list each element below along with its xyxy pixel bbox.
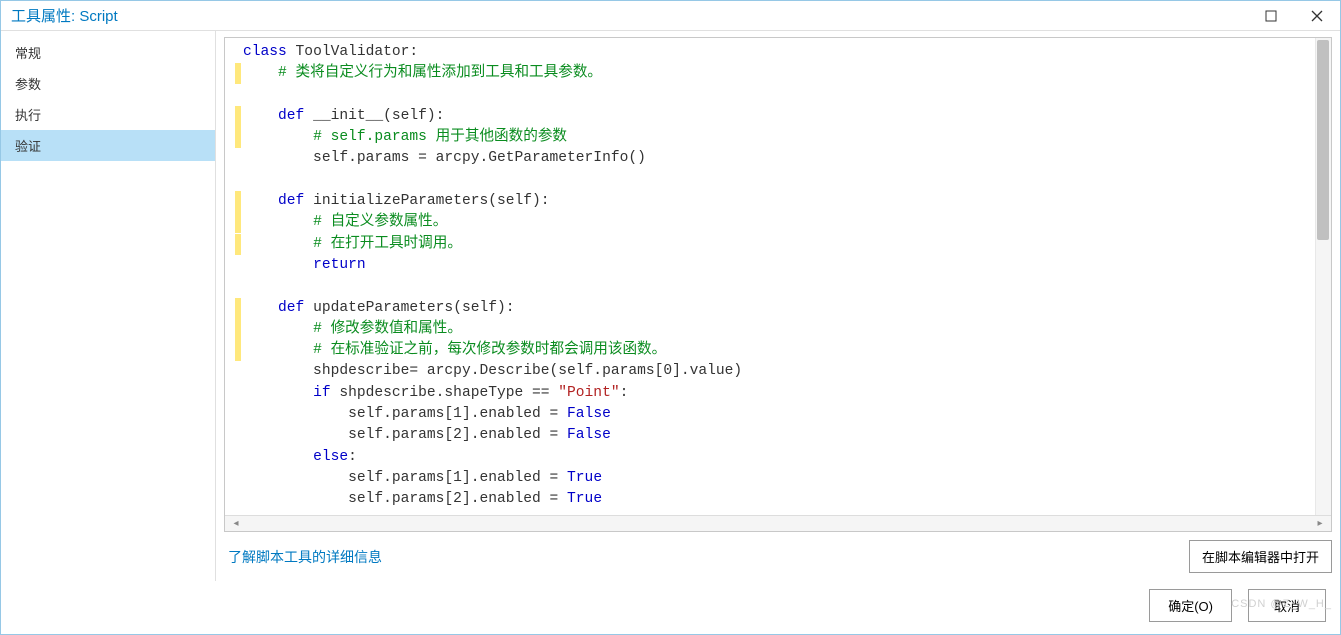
- vertical-scrollbar[interactable]: [1315, 38, 1331, 515]
- learn-more-link[interactable]: 了解脚本工具的详细信息: [224, 547, 382, 567]
- footer: 确定(O) 取消: [1, 581, 1340, 634]
- title-bar: 工具属性: Script: [1, 1, 1340, 31]
- horizontal-scrollbar[interactable]: ◂ ▸: [225, 515, 1331, 531]
- ok-button[interactable]: 确定(O): [1149, 589, 1232, 622]
- maximize-icon: [1265, 10, 1277, 22]
- sidebar-item-general[interactable]: 常规: [1, 37, 215, 68]
- scroll-left-icon[interactable]: ◂: [229, 518, 243, 530]
- window-title: 工具属性: Script: [11, 5, 118, 26]
- code-text[interactable]: class ToolValidator: # 类将自定义行为和属性添加到工具和工…: [225, 38, 1331, 515]
- close-button[interactable]: [1294, 1, 1340, 30]
- sidebar-item-validation[interactable]: 验证: [1, 130, 215, 161]
- sidebar-item-execution[interactable]: 执行: [1, 99, 215, 130]
- window-controls: [1248, 1, 1340, 30]
- open-in-editor-button[interactable]: 在脚本编辑器中打开: [1189, 540, 1332, 573]
- content-area: ⇞ class ToolValidator: # 类将自定义行为和属性添加到工具…: [216, 31, 1340, 581]
- sidebar: 常规 参数 执行 验证: [1, 31, 216, 581]
- main-area: 常规 参数 执行 验证 ⇞ class ToolValidator: # 类将自…: [1, 31, 1340, 581]
- tool-properties-window: 工具属性: Script 常规 参数 执行 验证 ⇞ class ToolVal…: [0, 0, 1341, 635]
- code-scroll[interactable]: class ToolValidator: # 类将自定义行为和属性添加到工具和工…: [225, 38, 1331, 515]
- scroll-right-icon[interactable]: ▸: [1313, 518, 1327, 530]
- code-editor[interactable]: ⇞ class ToolValidator: # 类将自定义行为和属性添加到工具…: [224, 37, 1332, 532]
- maximize-button[interactable]: [1248, 1, 1294, 30]
- close-icon: [1311, 10, 1323, 22]
- bottom-row: 了解脚本工具的详细信息 在脚本编辑器中打开: [224, 532, 1332, 581]
- cancel-button[interactable]: 取消: [1248, 589, 1326, 622]
- vertical-scrollbar-thumb[interactable]: [1317, 40, 1329, 240]
- sidebar-item-parameters[interactable]: 参数: [1, 68, 215, 99]
